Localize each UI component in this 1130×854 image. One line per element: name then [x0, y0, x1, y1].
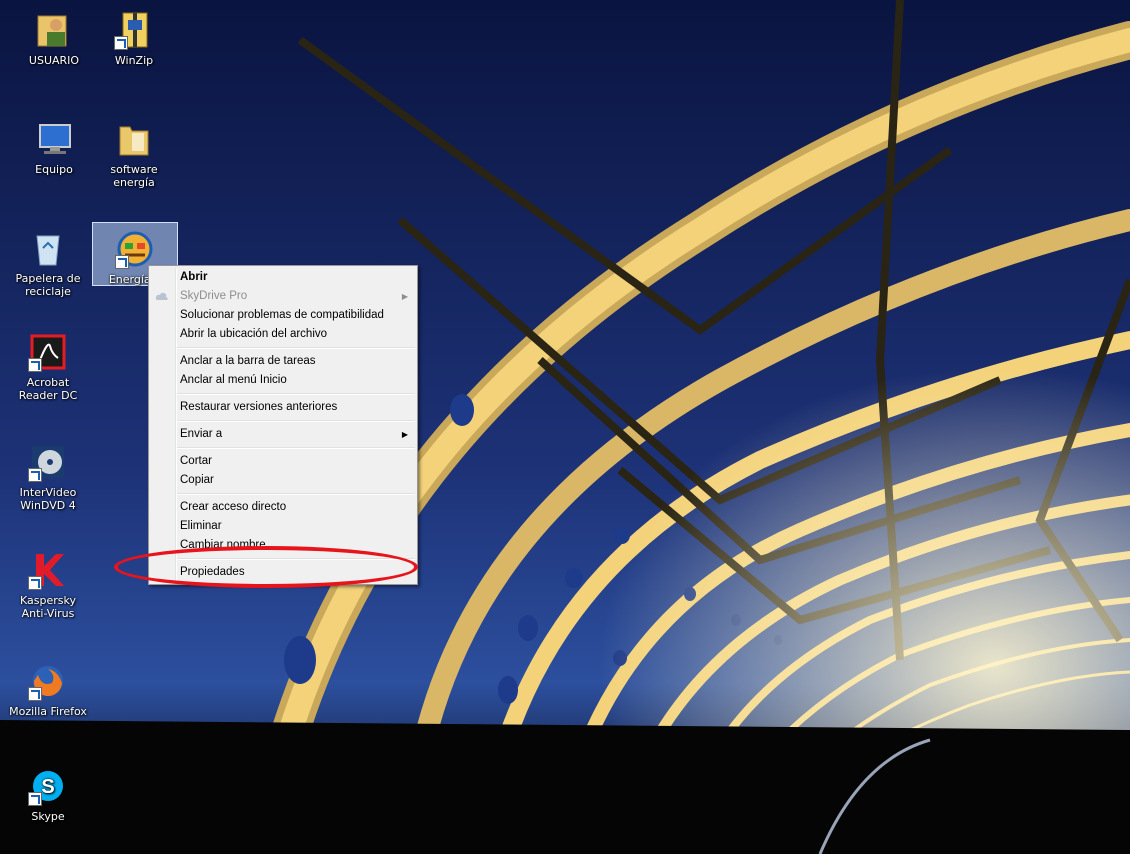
desktop-icon-acrobat[interactable]: Acrobat Reader DC [6, 326, 90, 402]
menu-item-anclar-barra-tareas[interactable]: Anclar a la barra de tareas [149, 352, 417, 371]
menu-item-label: Anclar al menú Inicio [180, 374, 287, 386]
desktop[interactable]: USUARIO WinZip Equipo software energía P… [0, 0, 1130, 854]
desktop-icon-label: software energía [110, 163, 158, 189]
windvd-icon [28, 442, 68, 482]
menu-item-abrir[interactable]: Abrir [149, 268, 417, 287]
shortcut-arrow-icon [28, 358, 42, 372]
shortcut-arrow-icon [28, 792, 42, 806]
menu-item-solucionar-compatibilidad[interactable]: Solucionar problemas de compatibilidad [149, 306, 417, 325]
menu-item-crear-acceso-directo[interactable]: Crear acceso directo [149, 498, 417, 517]
user-folder-icon [34, 10, 74, 50]
desktop-icon-label: Papelera de reciclaje [15, 272, 81, 298]
menu-item-propiedades[interactable]: Propiedades [149, 563, 417, 582]
menu-item-eliminar[interactable]: Eliminar [149, 517, 417, 536]
menu-item-label: Enviar a [180, 428, 223, 440]
desktop-icon-kaspersky[interactable]: Kaspersky Anti-Virus [6, 544, 90, 620]
svg-text:S: S [41, 776, 54, 798]
shortcut-arrow-icon [28, 576, 42, 590]
menu-item-label: Copiar [180, 474, 214, 486]
firefox-icon [28, 661, 68, 701]
submenu-arrow-icon: ▶ [401, 430, 408, 439]
desktop-icon-label: USUARIO [28, 54, 80, 67]
desktop-icon-winzip[interactable]: WinZip [92, 4, 176, 67]
menu-item-label: Solucionar problemas de compatibilidad [180, 309, 384, 321]
desktop-icon-label: Skype [31, 810, 65, 823]
acrobat-icon [28, 332, 68, 372]
menu-item-anclar-menu-inicio[interactable]: Anclar al menú Inicio [149, 371, 417, 390]
menu-item-label: Restaurar versiones anteriores [180, 401, 338, 413]
menu-item-label: Cortar [180, 455, 212, 467]
desktop-icon-equipo[interactable]: Equipo [12, 113, 96, 176]
menu-item-restaurar-versiones[interactable]: Restaurar versiones anteriores [149, 398, 417, 417]
winzip-icon [114, 10, 154, 50]
desktop-icon-label: Acrobat Reader DC [18, 376, 78, 402]
desktop-icon-software-energia[interactable]: software energía [92, 113, 176, 189]
kaspersky-icon [28, 550, 68, 590]
menu-separator [177, 347, 415, 349]
skype-icon: S [28, 766, 68, 806]
menu-separator [177, 420, 415, 422]
desktop-icon-label: Mozilla Firefox [9, 705, 87, 718]
computer-icon [34, 119, 74, 159]
menu-item-label: Abrir [180, 271, 208, 283]
cloud-icon [155, 292, 168, 300]
desktop-icon-windvd[interactable]: InterVideo WinDVD 4 [6, 436, 90, 512]
shortcut-arrow-icon [114, 36, 128, 50]
menu-item-skydrive-pro[interactable]: SkyDrive Pro ▶ [149, 287, 417, 306]
menu-item-label: SkyDrive Pro [180, 290, 248, 302]
menu-item-label: Eliminar [180, 520, 222, 532]
menu-item-label: Propiedades [180, 566, 245, 578]
shortcut-arrow-icon [28, 687, 42, 701]
submenu-arrow-icon: ▶ [401, 292, 408, 301]
menu-separator [177, 493, 415, 495]
shortcut-arrow-icon [28, 468, 42, 482]
menu-item-copiar[interactable]: Copiar [149, 471, 417, 490]
context-menu: Abrir SkyDrive Pro ▶ Solucionar problema… [148, 265, 418, 585]
desktop-icon-label: WinZip [114, 54, 154, 67]
menu-item-abrir-ubicacion[interactable]: Abrir la ubicación del archivo [149, 325, 417, 344]
menu-item-cambiar-nombre[interactable]: Cambiar nombre [149, 536, 417, 555]
desktop-icon-firefox[interactable]: Mozilla Firefox [6, 655, 90, 718]
desktop-icon-label: InterVideo WinDVD 4 [19, 486, 77, 512]
menu-separator [177, 393, 415, 395]
menu-item-label: Abrir la ubicación del archivo [180, 328, 328, 340]
desktop-icon-skype[interactable]: S Skype [6, 760, 90, 823]
desktop-icon-usuario[interactable]: USUARIO [12, 4, 96, 67]
menu-item-cortar[interactable]: Cortar [149, 452, 417, 471]
recycle-bin-icon [28, 228, 68, 268]
menu-item-label: Crear acceso directo [180, 501, 287, 513]
menu-separator [177, 447, 415, 449]
menu-item-label: Anclar a la barra de tareas [180, 355, 316, 367]
desktop-icon-papelera[interactable]: Papelera de reciclaje [6, 222, 90, 298]
shortcut-arrow-icon [115, 255, 129, 269]
menu-item-enviar-a[interactable]: Enviar a ▶ [149, 425, 417, 444]
desktop-icon-label: Equipo [35, 163, 73, 176]
menu-separator [177, 558, 415, 560]
folder-icon [114, 119, 154, 159]
desktop-icon-label: Kaspersky Anti-Virus [20, 594, 76, 620]
menu-item-label: Cambiar nombre [180, 539, 266, 551]
energia-app-icon [115, 229, 155, 269]
